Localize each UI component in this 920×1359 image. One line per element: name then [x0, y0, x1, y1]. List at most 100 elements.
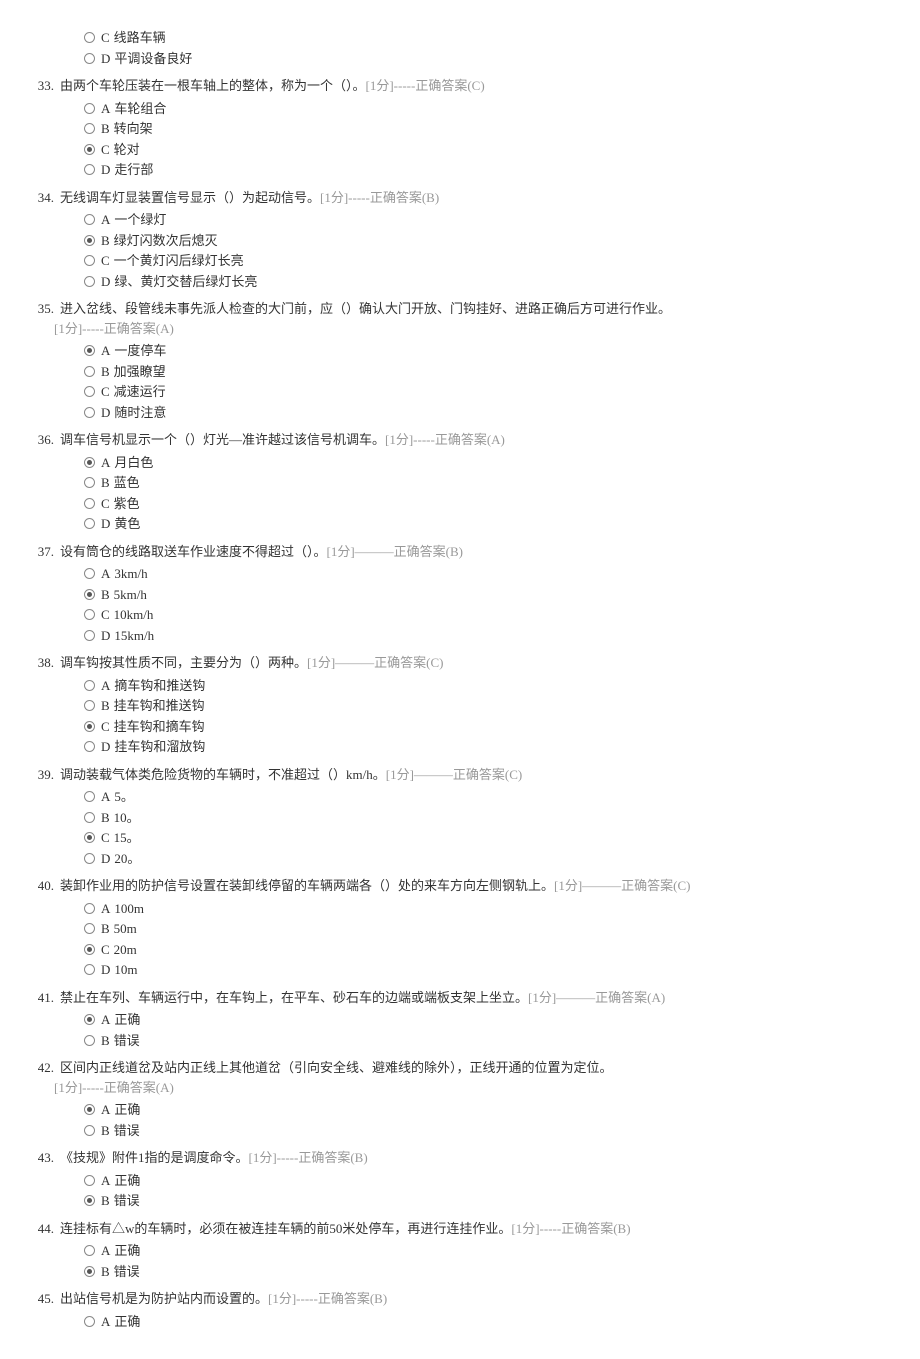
radio-icon[interactable]	[84, 630, 95, 641]
question-text-wrap: 装卸作业用的防护信号设置在装卸线停留的车辆两端各（）处的来车方向左侧钢轨上。[1…	[60, 876, 691, 896]
radio-icon[interactable]	[84, 1175, 95, 1186]
question-header: 36.调车信号机显示一个（）灯光—准许越过该信号机调车。[1分]-----正确答…	[54, 430, 920, 450]
radio-icon[interactable]	[84, 345, 95, 356]
option-row[interactable]: B转向架	[84, 119, 920, 139]
option-row[interactable]: D平调设备良好	[84, 49, 920, 69]
radio-icon[interactable]	[84, 386, 95, 397]
radio-icon[interactable]	[84, 944, 95, 955]
option-row[interactable]: B蓝色	[84, 473, 920, 493]
radio-icon[interactable]	[84, 1266, 95, 1277]
option-row[interactable]: B5km/h	[84, 585, 920, 605]
option-row[interactable]: B50m	[84, 919, 920, 939]
option-row[interactable]: D随时注意	[84, 403, 920, 423]
radio-icon[interactable]	[84, 923, 95, 934]
option-row[interactable]: D绿、黄灯交替后绿灯长亮	[84, 272, 920, 292]
option-row[interactable]: B错误	[84, 1262, 920, 1282]
option-row[interactable]: C20m	[84, 940, 920, 960]
radio-icon[interactable]	[84, 1104, 95, 1115]
question: 39.调动装载气体类危险货物的车辆时，不准超过（）km/h。[1分]———正确答…	[54, 765, 920, 869]
question-meta: [1分]———正确答案(B)	[327, 544, 464, 559]
radio-icon[interactable]	[84, 1195, 95, 1206]
radio-icon[interactable]	[84, 214, 95, 225]
option-row[interactable]: A车轮组合	[84, 99, 920, 119]
option-row[interactable]: D黄色	[84, 514, 920, 534]
radio-icon[interactable]	[84, 568, 95, 579]
option-text: 10。	[114, 808, 140, 828]
option-list: A一度停车B加强瞭望C减速运行D随时注意	[84, 341, 920, 422]
option-row[interactable]: C10km/h	[84, 605, 920, 625]
option-row[interactable]: C轮对	[84, 140, 920, 160]
option-row[interactable]: A100m	[84, 899, 920, 919]
radio-icon[interactable]	[84, 700, 95, 711]
radio-icon[interactable]	[84, 1125, 95, 1136]
option-row[interactable]: D走行部	[84, 160, 920, 180]
option-row[interactable]: D10m	[84, 960, 920, 980]
radio-icon[interactable]	[84, 457, 95, 468]
question: 40.装卸作业用的防护信号设置在装卸线停留的车辆两端各（）处的来车方向左侧钢轨上…	[54, 876, 920, 980]
radio-icon[interactable]	[84, 407, 95, 418]
radio-icon[interactable]	[84, 32, 95, 43]
option-row[interactable]: B绿灯闪数次后熄灭	[84, 231, 920, 251]
radio-icon[interactable]	[84, 1014, 95, 1025]
option-row[interactable]: A正确	[84, 1241, 920, 1261]
option-row[interactable]: D15km/h	[84, 626, 920, 646]
option-row[interactable]: D挂车钩和溜放钩	[84, 737, 920, 757]
option-row[interactable]: A摘车钩和推送钩	[84, 676, 920, 696]
option-row[interactable]: C一个黄灯闪后绿灯长亮	[84, 251, 920, 271]
option-row[interactable]: A正确	[84, 1171, 920, 1191]
radio-icon[interactable]	[84, 741, 95, 752]
radio-icon[interactable]	[84, 123, 95, 134]
radio-icon[interactable]	[84, 235, 95, 246]
radio-icon[interactable]	[84, 680, 95, 691]
option-row[interactable]: B错误	[84, 1191, 920, 1211]
option-row[interactable]: B错误	[84, 1121, 920, 1141]
option-row[interactable]: B错误	[84, 1031, 920, 1051]
radio-icon[interactable]	[84, 164, 95, 175]
radio-icon[interactable]	[84, 53, 95, 64]
question-text: 调动装载气体类危险货物的车辆时，不准超过（）km/h。	[60, 767, 386, 782]
radio-icon[interactable]	[84, 721, 95, 732]
question: 34.无线调车灯显装置信号显示（）为起动信号。[1分]-----正确答案(B)A…	[54, 188, 920, 292]
radio-icon[interactable]	[84, 1316, 95, 1327]
radio-icon[interactable]	[84, 589, 95, 600]
radio-icon[interactable]	[84, 276, 95, 287]
option-row[interactable]: A正确	[84, 1010, 920, 1030]
option-row[interactable]: A3km/h	[84, 564, 920, 584]
radio-icon[interactable]	[84, 144, 95, 155]
option-row[interactable]: A正确	[84, 1100, 920, 1120]
option-letter: C	[101, 251, 110, 271]
option-row[interactable]: C紫色	[84, 494, 920, 514]
radio-icon[interactable]	[84, 812, 95, 823]
radio-icon[interactable]	[84, 609, 95, 620]
radio-icon[interactable]	[84, 1035, 95, 1046]
radio-icon[interactable]	[84, 832, 95, 843]
radio-icon[interactable]	[84, 791, 95, 802]
radio-icon[interactable]	[84, 255, 95, 266]
option-row[interactable]: A5。	[84, 787, 920, 807]
radio-icon[interactable]	[84, 1245, 95, 1256]
option-row[interactable]: C挂车钩和摘车钩	[84, 717, 920, 737]
option-row[interactable]: C15。	[84, 828, 920, 848]
option-row[interactable]: A正确	[84, 1312, 920, 1332]
question: 45.出站信号机是为防护站内而设置的。[1分]-----正确答案(B)A正确	[54, 1289, 920, 1331]
radio-icon[interactable]	[84, 477, 95, 488]
option-row[interactable]: B10。	[84, 808, 920, 828]
radio-icon[interactable]	[84, 903, 95, 914]
option-row[interactable]: C线路车辆	[84, 28, 920, 48]
option-row[interactable]: C减速运行	[84, 382, 920, 402]
option-row[interactable]: A一度停车	[84, 341, 920, 361]
option-row[interactable]: A月白色	[84, 453, 920, 473]
radio-icon[interactable]	[84, 366, 95, 377]
question-number: 39.	[24, 765, 60, 785]
radio-icon[interactable]	[84, 518, 95, 529]
radio-icon[interactable]	[84, 498, 95, 509]
radio-icon[interactable]	[84, 103, 95, 114]
option-letter: C	[101, 28, 110, 48]
option-row[interactable]: A一个绿灯	[84, 210, 920, 230]
option-row[interactable]: D20。	[84, 849, 920, 869]
question-header: 39.调动装载气体类危险货物的车辆时，不准超过（）km/h。[1分]———正确答…	[54, 765, 920, 785]
radio-icon[interactable]	[84, 964, 95, 975]
option-row[interactable]: B加强瞭望	[84, 362, 920, 382]
option-row[interactable]: B挂车钩和推送钩	[84, 696, 920, 716]
radio-icon[interactable]	[84, 853, 95, 864]
